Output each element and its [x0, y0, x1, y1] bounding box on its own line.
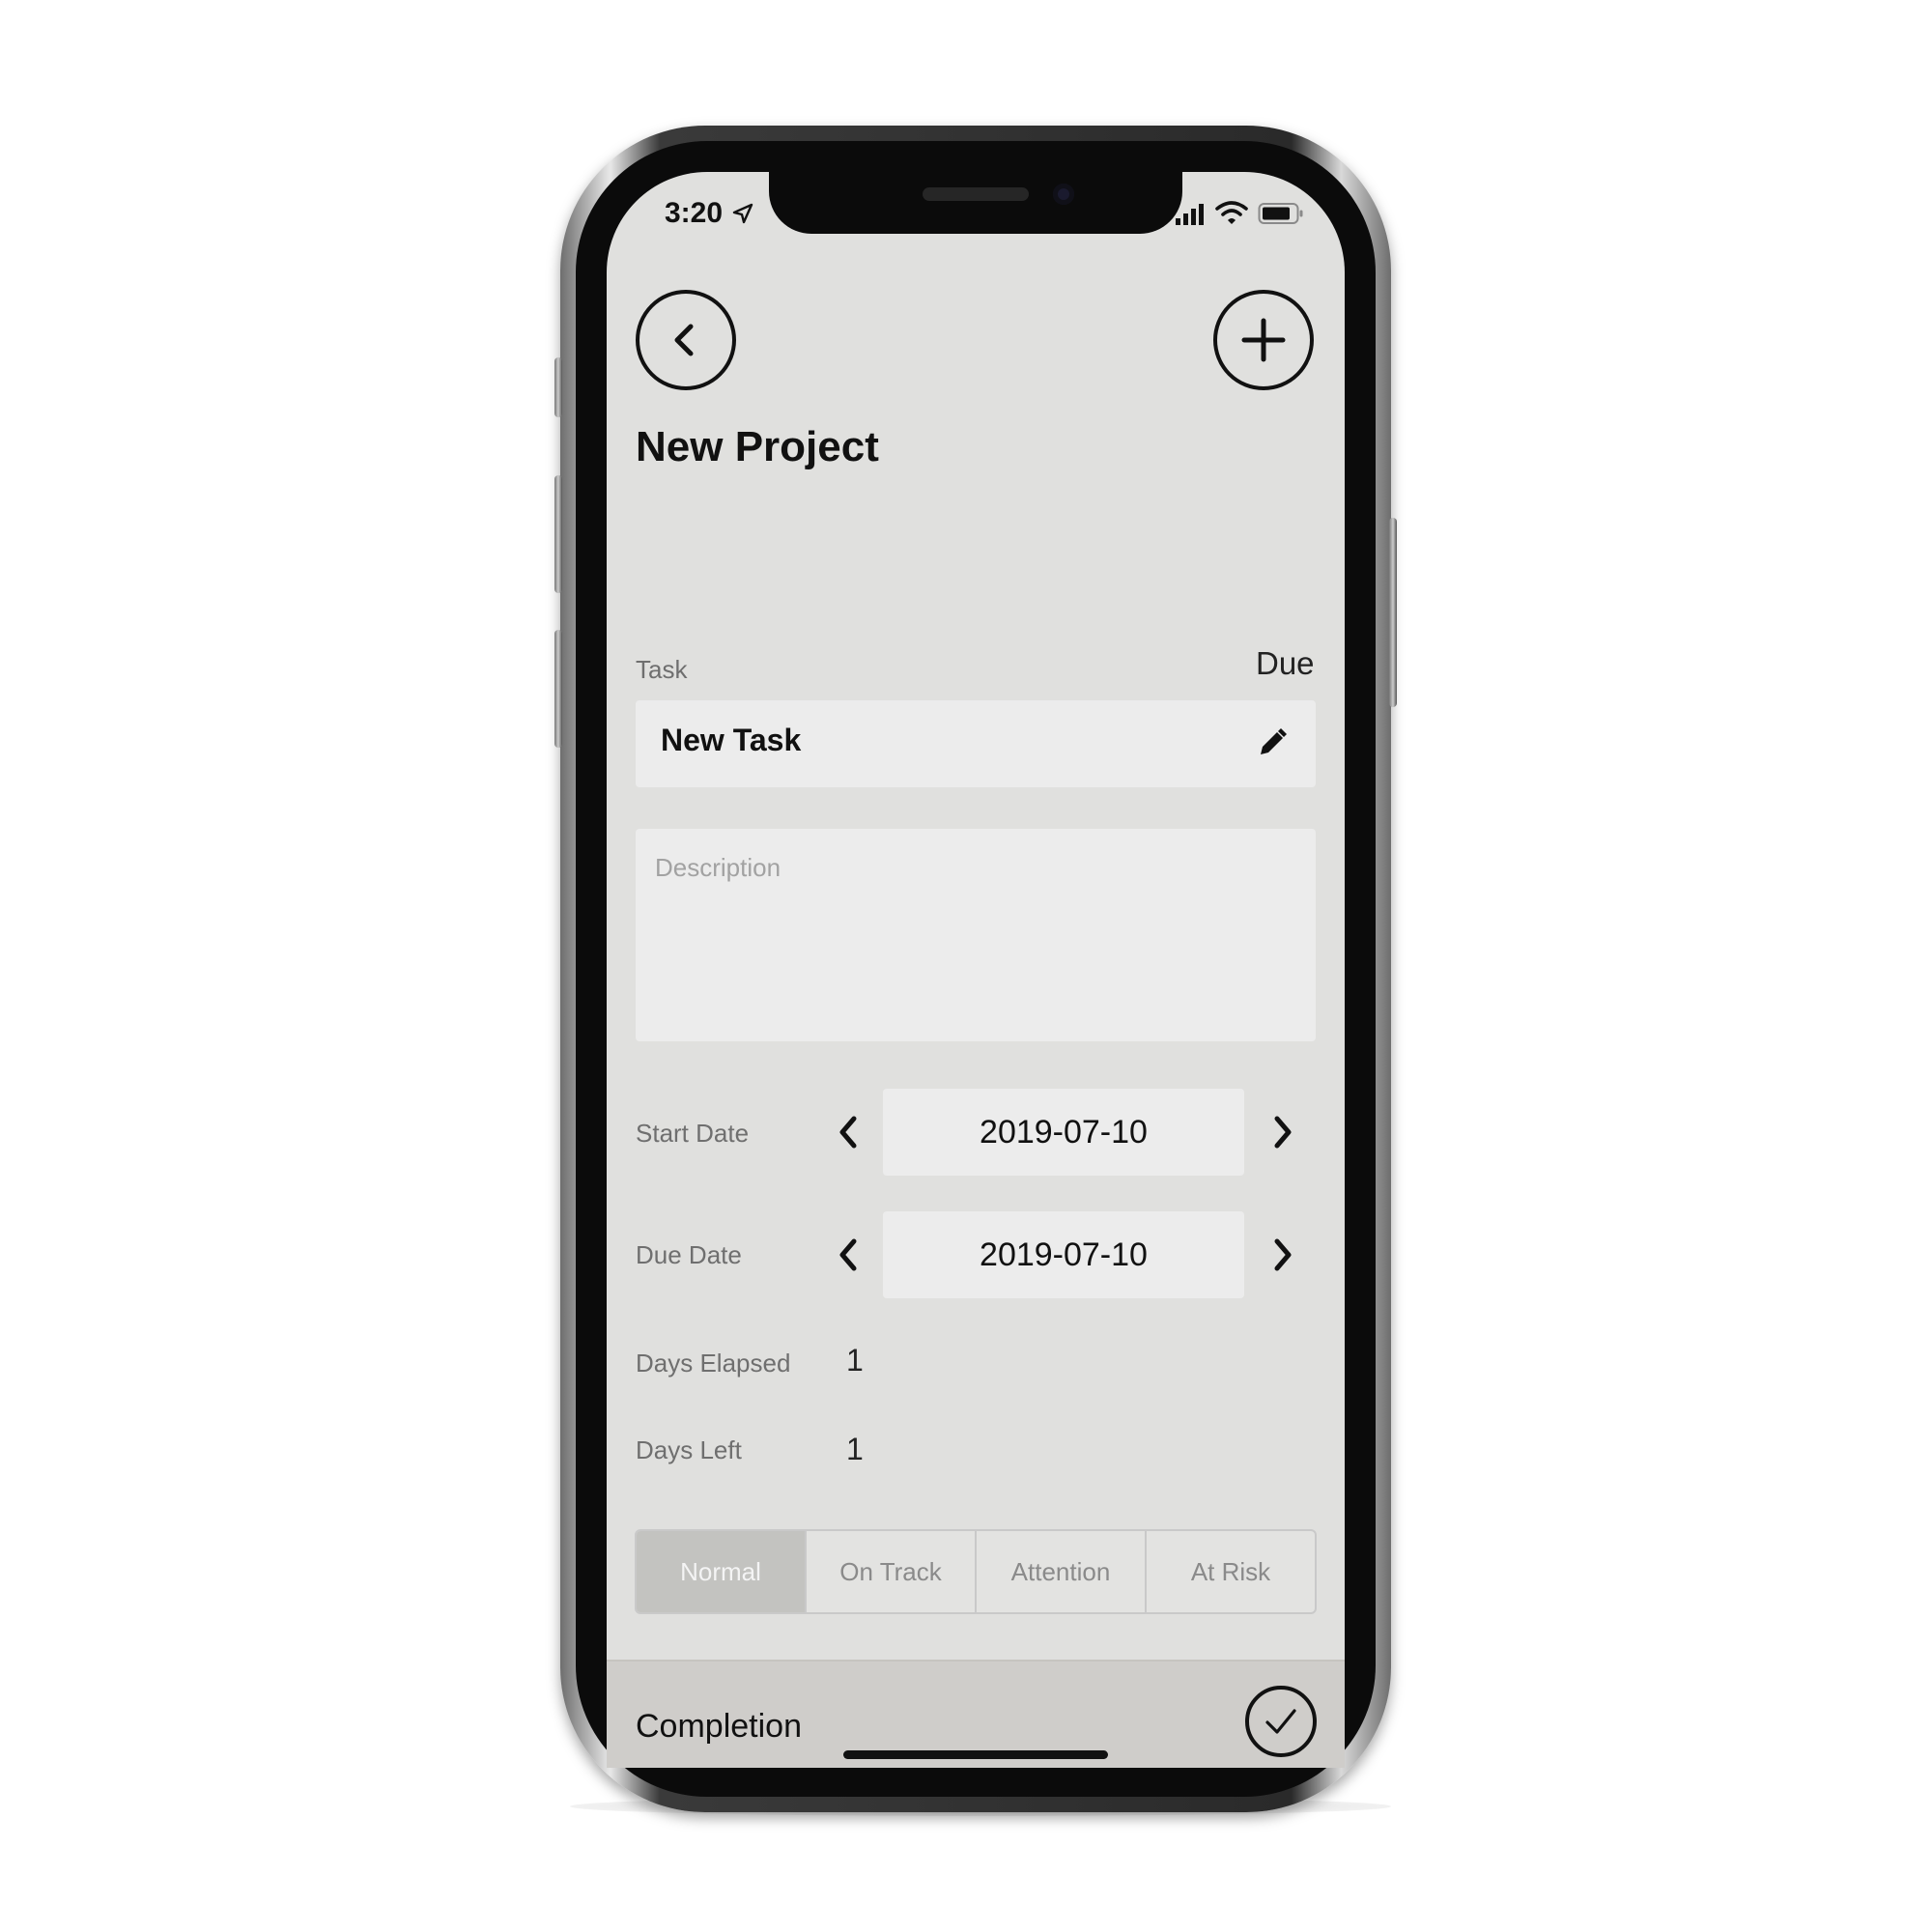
- days-left-value: 1: [846, 1432, 864, 1466]
- task-name-text: New Task: [661, 723, 802, 757]
- description-placeholder: Description: [655, 853, 781, 882]
- status-time: 3:20: [665, 197, 724, 229]
- earpiece-speaker: [923, 187, 1029, 201]
- due-date-field[interactable]: 2019-07-10: [883, 1211, 1244, 1298]
- home-indicator[interactable]: [843, 1750, 1108, 1759]
- wifi-icon: [1215, 201, 1248, 224]
- segment-normal[interactable]: Normal: [637, 1531, 805, 1612]
- status-segmented-control: Normal On Track Attention At Risk: [635, 1529, 1317, 1614]
- days-elapsed-value: 1: [846, 1343, 864, 1378]
- task-label: Task: [636, 655, 688, 684]
- location-arrow-icon: [732, 203, 753, 224]
- checkmark-circle-icon[interactable]: [1244, 1685, 1318, 1758]
- due-date-next-icon[interactable]: [1267, 1236, 1298, 1274]
- add-button[interactable]: [1213, 290, 1314, 390]
- days-left-label: Days Left: [636, 1435, 742, 1464]
- days-elapsed-label: Days Elapsed: [636, 1349, 791, 1378]
- due-date-prev-icon[interactable]: [833, 1236, 864, 1274]
- battery-icon: [1258, 203, 1303, 224]
- notch: [769, 172, 1182, 234]
- segment-at-risk[interactable]: At Risk: [1145, 1531, 1315, 1612]
- start-date-next-icon[interactable]: [1267, 1113, 1298, 1151]
- page-title: New Project: [636, 423, 879, 470]
- front-camera: [1053, 184, 1074, 205]
- silent-switch: [554, 357, 562, 417]
- segment-attention[interactable]: Attention: [975, 1531, 1145, 1612]
- pencil-icon[interactable]: [1256, 726, 1289, 759]
- power-button: [1389, 518, 1397, 707]
- completion-label: Completion: [636, 1708, 802, 1745]
- volume-down-button: [554, 630, 562, 748]
- chevron-left-icon: [674, 324, 694, 356]
- due-date-label: Due Date: [636, 1240, 742, 1269]
- start-date-field[interactable]: 2019-07-10: [883, 1089, 1244, 1176]
- plus-icon: [1241, 318, 1286, 362]
- back-button[interactable]: [636, 290, 736, 390]
- volume-up-button: [554, 475, 562, 593]
- start-date-prev-icon[interactable]: [833, 1113, 864, 1151]
- start-date-label: Start Date: [636, 1119, 750, 1148]
- signal-bars-icon: [1176, 204, 1204, 225]
- segment-on-track[interactable]: On Track: [805, 1531, 975, 1612]
- due-label: Due: [1256, 645, 1315, 681]
